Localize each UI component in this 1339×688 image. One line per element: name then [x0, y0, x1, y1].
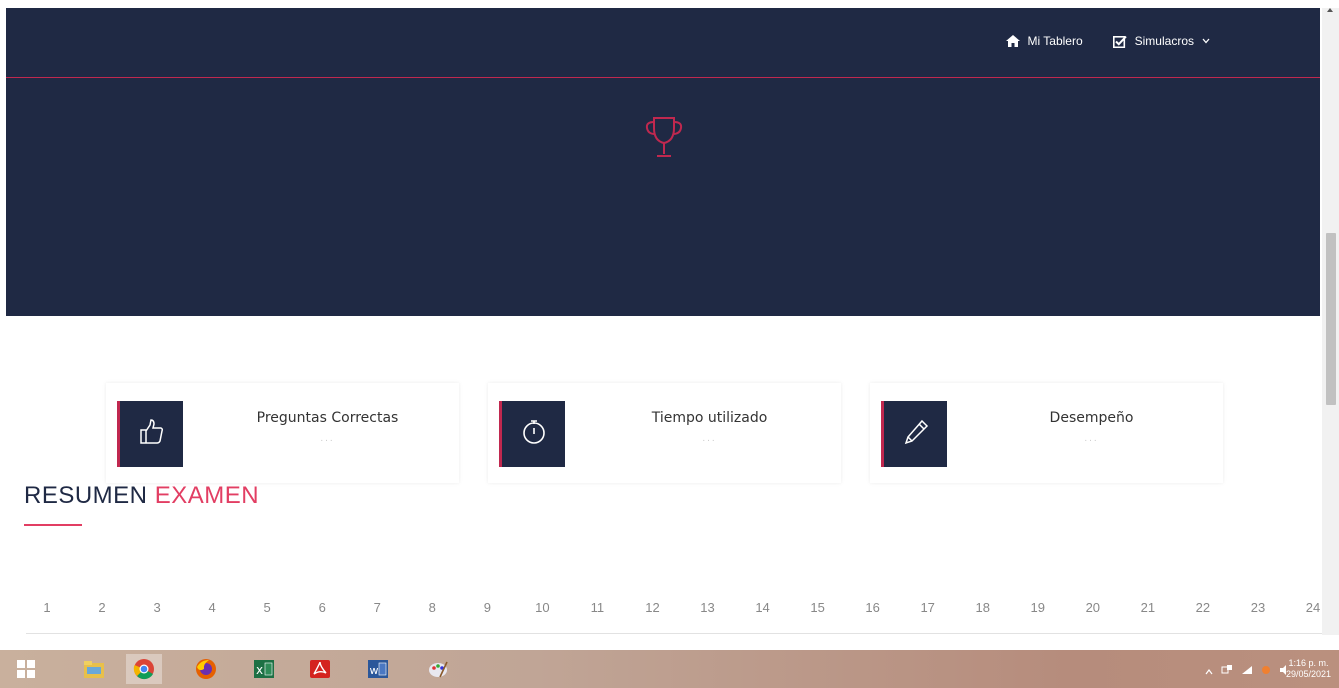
paint-icon[interactable]: [420, 654, 456, 684]
card-value: ...: [702, 433, 717, 444]
card-icon-box: [117, 401, 183, 467]
page-number[interactable]: 23: [1251, 600, 1265, 615]
windows-taskbar: x w 1:16 p. m. 29/05/2021: [0, 650, 1339, 688]
page-number[interactable]: 11: [591, 600, 605, 615]
card-title: Preguntas Correctas: [256, 410, 399, 426]
page-number[interactable]: 10: [535, 600, 549, 615]
stat-card-performance: Desempeño ...: [870, 383, 1223, 483]
page-number[interactable]: 21: [1141, 600, 1155, 615]
section-title-word2: EXAMEN: [154, 482, 260, 509]
question-pagination: 1 2 3 4 5 6 7 8 9 10 11 12 13 14 15 16 17 18 19 20 21 22 23 24: [0, 600, 1322, 630]
trophy-icon: [644, 114, 684, 167]
card-value: ...: [1084, 433, 1099, 444]
nav-mi-tablero[interactable]: Mi Tablero: [1005, 34, 1083, 48]
clock-time: 1:16 p. m.: [1288, 658, 1329, 668]
page-number[interactable]: 19: [1031, 600, 1045, 615]
card-icon-box: [881, 401, 947, 467]
svg-text:w: w: [370, 664, 379, 677]
excel-icon[interactable]: x: [246, 654, 282, 684]
page-number[interactable]: 20: [1086, 600, 1100, 615]
file-explorer-icon[interactable]: [76, 654, 112, 684]
taskbar-clock[interactable]: 1:16 p. m. 29/05/2021: [1286, 658, 1331, 680]
tray-chevron-icon[interactable]: [1205, 662, 1213, 680]
nav-mi-tablero-label: Mi Tablero: [1027, 34, 1083, 48]
section-title-underline: [24, 524, 82, 526]
clock-date: 29/05/2021: [1285, 669, 1331, 679]
thumbs-up-icon: [137, 417, 167, 452]
page-number[interactable]: 3: [153, 600, 160, 615]
page-number[interactable]: 22: [1196, 600, 1210, 615]
scroll-up-arrow-icon[interactable]: [1327, 8, 1333, 12]
pagination-divider: [26, 633, 1322, 634]
page-number[interactable]: 16: [865, 600, 879, 615]
page-number[interactable]: 7: [374, 600, 381, 615]
nav-simulacros[interactable]: Simulacros: [1112, 34, 1210, 48]
page-scrollbar[interactable]: [1322, 8, 1339, 635]
hero-divider: [6, 77, 1320, 78]
svg-text:x: x: [256, 663, 263, 677]
page-number[interactable]: 1: [43, 600, 50, 615]
checkbox-icon: [1112, 35, 1127, 48]
page-number[interactable]: 4: [209, 600, 216, 615]
page-number[interactable]: 15: [810, 600, 824, 615]
stat-card-time-used: Tiempo utilizado ...: [488, 383, 841, 483]
notification-icon[interactable]: [1261, 662, 1271, 680]
system-tray: [1205, 662, 1289, 680]
page-number[interactable]: 24: [1306, 600, 1320, 615]
page-number[interactable]: 2: [98, 600, 105, 615]
chrome-icon[interactable]: [126, 654, 162, 684]
page-number[interactable]: 18: [976, 600, 990, 615]
firefox-icon[interactable]: [188, 654, 224, 684]
page-number[interactable]: 5: [264, 600, 271, 615]
hero-banner: Mi Tablero Simulacros: [6, 8, 1320, 316]
card-value: ...: [320, 433, 335, 444]
card-title: Tiempo utilizado: [651, 410, 768, 426]
chevron-down-icon: [1202, 38, 1210, 44]
page-number[interactable]: 8: [429, 600, 436, 615]
page-number[interactable]: 6: [319, 600, 326, 615]
word-icon[interactable]: w: [360, 654, 396, 684]
nav-simulacros-label: Simulacros: [1134, 34, 1194, 48]
page-number[interactable]: 12: [645, 600, 659, 615]
page-number[interactable]: 14: [755, 600, 769, 615]
page-number[interactable]: 13: [700, 600, 714, 615]
top-nav: Mi Tablero Simulacros: [1005, 34, 1211, 48]
card-title: Desempeño: [1049, 410, 1134, 426]
start-icon[interactable]: [8, 654, 44, 684]
page-number[interactable]: 9: [484, 600, 491, 615]
network-icon[interactable]: [1221, 662, 1233, 680]
wifi-icon[interactable]: [1241, 662, 1253, 680]
pencil-icon: [901, 417, 931, 452]
card-icon-box: [499, 401, 565, 467]
section-title-word1: RESUMEN: [24, 482, 148, 509]
scrollbar-thumb[interactable]: [1326, 233, 1336, 405]
home-icon: [1005, 35, 1020, 47]
page-number[interactable]: 17: [920, 600, 934, 615]
stat-card-correct-answers: Preguntas Correctas ...: [106, 383, 459, 483]
section-title: RESUMEN EXAMEN: [24, 482, 259, 510]
acrobat-icon[interactable]: [302, 654, 338, 684]
stopwatch-icon: [519, 417, 549, 452]
